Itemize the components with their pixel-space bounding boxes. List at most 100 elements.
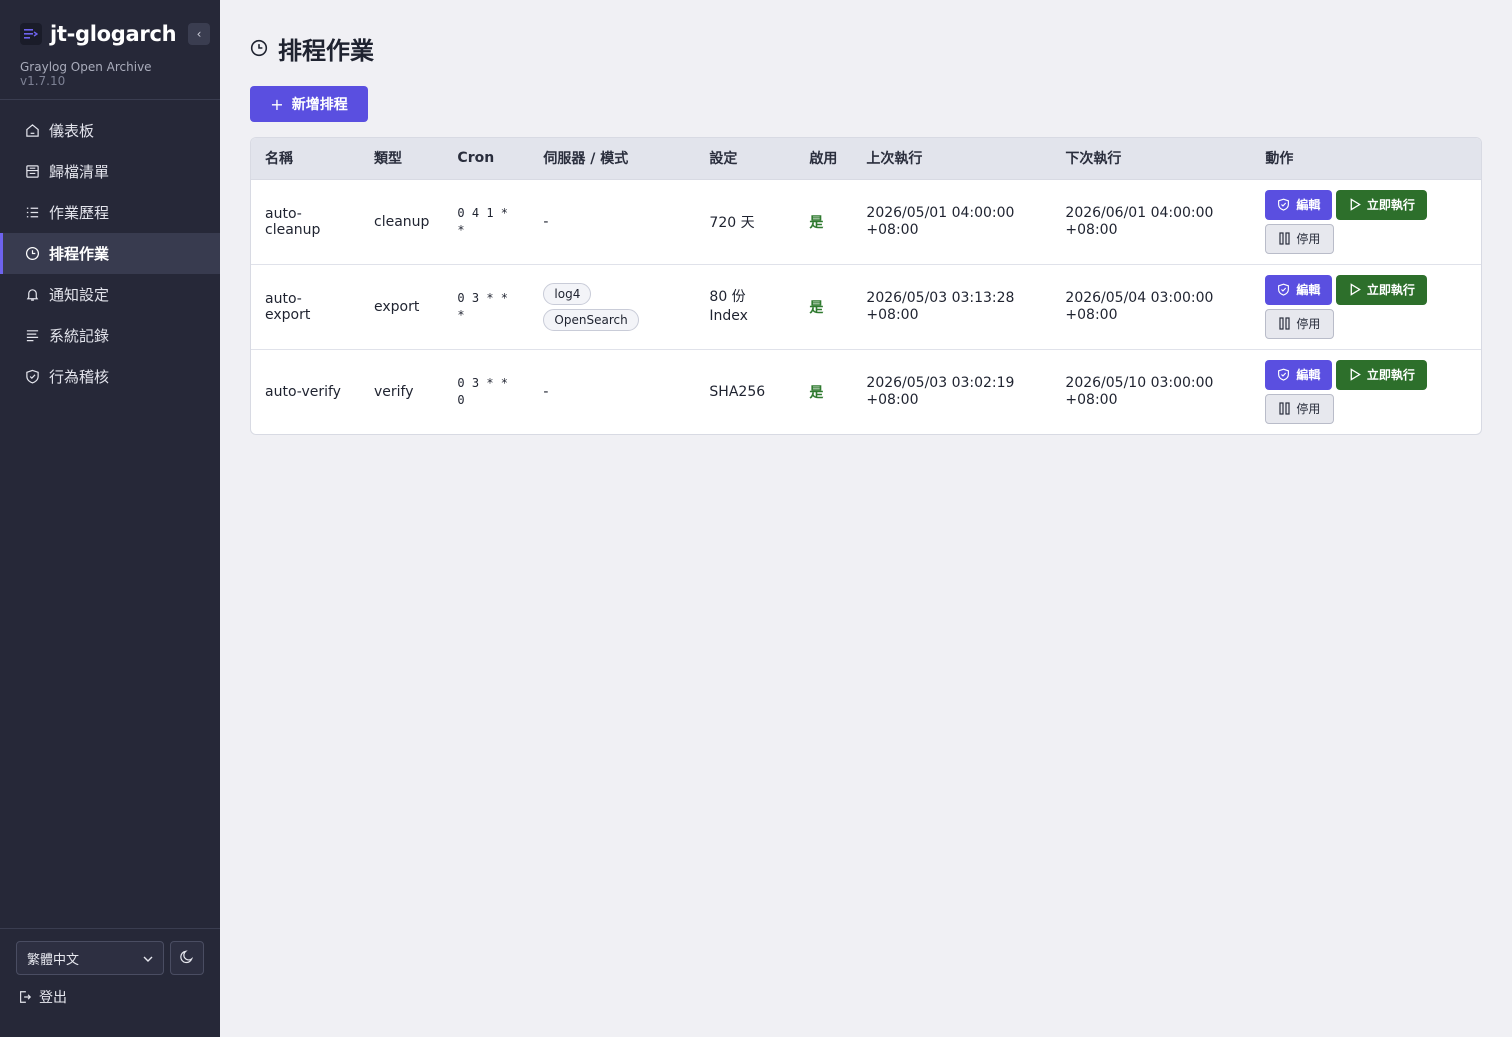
cell-cron: 0 3 * * * [457, 290, 508, 322]
brand-subtitle: Graylog Open Archive v1.7.10 [20, 60, 200, 88]
pause-icon [1279, 232, 1291, 245]
run-now-button[interactable]: 立即執行 [1336, 359, 1428, 390]
cell-last-run: 2026/05/01 04:00:00 +08:00 [866, 204, 1015, 238]
cell-actions: 編輯 立即執行 停用 [1251, 179, 1481, 264]
cell-cron: 0 3 * * 0 [457, 375, 508, 407]
cell-type: verify [374, 383, 414, 400]
disable-label: 停用 [1296, 232, 1321, 246]
cell-type: cleanup [374, 213, 430, 230]
brand-sub-text: Graylog Open Archive [20, 60, 152, 74]
shield-icon [24, 369, 40, 385]
cell-next-run: 2026/06/01 04:00:00 +08:00 [1065, 204, 1214, 238]
main-content: 排程作業 + 新增排程 名稱 類型 Cron 伺服器 / 模式 設定 啟用 上次… [220, 0, 1512, 1037]
disable-button[interactable]: 停用 [1265, 223, 1335, 254]
edit-label: 編輯 [1296, 198, 1321, 212]
pause-icon [1279, 317, 1291, 330]
plus-icon: + [270, 94, 284, 114]
clock-icon [250, 39, 268, 57]
column-header-enabled: 啟用 [795, 138, 853, 180]
log-icon [24, 328, 40, 344]
cell-setting: 720 天 [709, 214, 755, 231]
disable-label: 停用 [1296, 317, 1321, 331]
shield-icon [1277, 198, 1290, 211]
cell-server: - [543, 213, 549, 230]
cell-type: export [374, 298, 420, 315]
column-header-last-run: 上次執行 [852, 138, 1052, 180]
version-label: v1.7.10 [20, 74, 66, 88]
sidebar-item-label: 排程作業 [49, 245, 110, 263]
sidebar-item-system-logs[interactable]: 系統記錄 [0, 315, 220, 356]
shield-icon [1277, 368, 1290, 381]
column-header-setting: 設定 [695, 138, 796, 180]
column-header-server: 伺服器 / 模式 [529, 138, 696, 180]
table-header-row: 名稱 類型 Cron 伺服器 / 模式 設定 啟用 上次執行 下次執行 動作 [251, 138, 1481, 180]
cell-next-run: 2026/05/04 03:00:00 +08:00 [1065, 289, 1214, 323]
sidebar-item-label: 作業歷程 [49, 204, 110, 222]
cell-name: auto-verify [265, 383, 341, 400]
schedules-table: 名稱 類型 Cron 伺服器 / 模式 設定 啟用 上次執行 下次執行 動作 a… [250, 137, 1482, 435]
sidebar-item-audit[interactable]: 行為稽核 [0, 356, 220, 397]
clock-icon [24, 246, 40, 262]
list-icon [24, 205, 40, 221]
play-icon [1349, 198, 1361, 211]
add-schedule-button[interactable]: + 新增排程 [250, 86, 368, 122]
theme-toggle-button[interactable] [170, 941, 204, 975]
logout-label: 登出 [39, 990, 67, 1006]
sidebar-item-label: 歸檔清單 [49, 163, 110, 181]
add-schedule-label: 新增排程 [291, 97, 348, 113]
disable-button[interactable]: 停用 [1265, 393, 1335, 424]
shield-icon [1277, 283, 1290, 296]
column-header-type: 類型 [360, 138, 444, 180]
sidebar-item-notifications[interactable]: 通知設定 [0, 274, 220, 315]
edit-button[interactable]: 編輯 [1265, 359, 1333, 390]
column-header-cron: Cron [443, 138, 530, 180]
home-icon [24, 123, 40, 139]
logo-icon [20, 23, 42, 45]
column-header-next-run: 下次執行 [1051, 138, 1252, 180]
page-title-text: 排程作業 [278, 36, 374, 65]
run-now-label: 立即執行 [1366, 198, 1415, 212]
cell-enabled: 是 [809, 214, 824, 231]
server-tag: log4 [543, 282, 592, 305]
language-select[interactable]: 繁體中文 [16, 941, 164, 975]
cell-next-run: 2026/05/10 03:00:00 +08:00 [1065, 374, 1214, 408]
cell-name: auto- cleanup [265, 205, 321, 238]
cell-enabled: 是 [809, 299, 824, 316]
column-header-actions: 動作 [1251, 138, 1481, 180]
sidebar-item-schedules[interactable]: 排程作業 [0, 233, 220, 274]
cell-server: log4 OpenSearch [529, 264, 695, 349]
column-header-name: 名稱 [251, 138, 360, 180]
sidebar-nav: 儀表板 歸檔清單 作業歷程 排程作業 通知設定 系統記錄 行為稽核 [0, 100, 220, 397]
edit-button[interactable]: 編輯 [1265, 189, 1333, 220]
edit-button[interactable]: 編輯 [1265, 274, 1333, 305]
sidebar: jt-glogarch ‹ Graylog Open Archive v1.7.… [0, 0, 220, 1037]
sidebar-footer: 繁體中文 登出 [0, 928, 220, 1037]
disable-button[interactable]: 停用 [1265, 308, 1335, 339]
cell-cron: 0 4 1 * * [457, 205, 508, 237]
brand-title[interactable]: jt-glogarch [50, 22, 177, 46]
table-row: auto- cleanup cleanup 0 4 1 * * - 720 天 … [251, 179, 1481, 264]
sidebar-item-dashboard[interactable]: 儀表板 [0, 110, 220, 151]
table-row: auto-export export 0 3 * * * log4 OpenSe… [251, 264, 1481, 349]
sidebar-item-label: 行為稽核 [49, 368, 110, 386]
sidebar-item-label: 系統記錄 [49, 327, 110, 345]
moon-icon [179, 949, 195, 968]
run-now-button[interactable]: 立即執行 [1336, 189, 1428, 220]
sidebar-item-job-history[interactable]: 作業歷程 [0, 192, 220, 233]
brand: jt-glogarch ‹ Graylog Open Archive v1.7.… [0, 0, 220, 100]
cell-setting: SHA256 [709, 383, 766, 400]
edit-label: 編輯 [1296, 283, 1321, 297]
sidebar-item-label: 通知設定 [49, 286, 110, 304]
cell-server: - [543, 383, 549, 400]
logout-link[interactable]: 登出 [16, 987, 204, 1007]
cell-last-run: 2026/05/03 03:13:28 +08:00 [866, 289, 1015, 323]
collapse-sidebar-button[interactable]: ‹ [188, 23, 210, 45]
sidebar-item-archives[interactable]: 歸檔清單 [0, 151, 220, 192]
disable-label: 停用 [1296, 402, 1321, 417]
page-title: 排程作業 [250, 32, 1482, 65]
table-row: auto-verify verify 0 3 * * 0 - SHA256 是 … [251, 349, 1481, 434]
pause-icon [1279, 402, 1291, 415]
archive-icon [24, 164, 40, 180]
run-now-button[interactable]: 立即執行 [1336, 274, 1428, 305]
cell-name: auto-export [265, 290, 311, 323]
